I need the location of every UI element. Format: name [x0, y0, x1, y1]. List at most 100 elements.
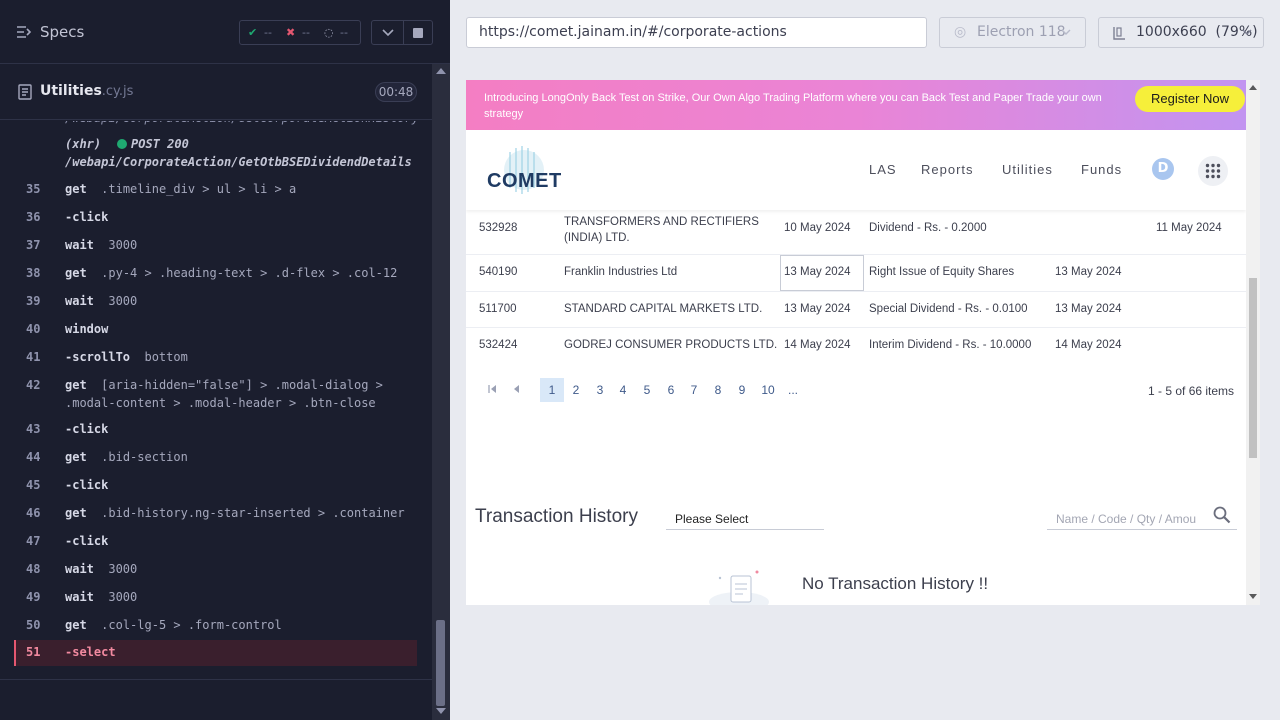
command-row[interactable]: 44 get .bid-section [14, 448, 417, 468]
command-args-line2: /webapi/CorporateAction/GetOtbBSEDividen… [65, 155, 412, 169]
table-cell-name: GODREJ CONSUMER PRODUCTS LTD. [564, 339, 778, 351]
command-row[interactable]: 37 wait 3000 [14, 236, 417, 256]
table-cell-record-date: 13 May 2024 [1055, 266, 1122, 278]
register-now-button[interactable]: Register Now [1135, 86, 1245, 112]
command-row[interactable]: 50 get .col-lg-5 > .form-control [14, 616, 417, 636]
page-button-6[interactable]: 6 [659, 378, 683, 402]
failed-icon: ✖ [286, 26, 296, 39]
page-button-4[interactable]: 4 [611, 378, 635, 402]
command-number: 41 [26, 350, 41, 364]
page-button-5[interactable]: 5 [635, 378, 659, 402]
nav-link-funds[interactable]: Funds [1081, 162, 1122, 177]
ruler-icon [1113, 27, 1125, 40]
corporate-actions-table: 532928 TRANSFORMERS AND RECTIFIERS (INDI… [466, 210, 1246, 605]
scroll-up-icon[interactable] [436, 68, 446, 74]
table-cell-name: TRANSFORMERS AND RECTIFIERS (INDIA) LTD. [564, 216, 759, 244]
scroll-down-icon[interactable] [436, 708, 446, 714]
specs-label[interactable]: Specs [40, 23, 84, 41]
app-iframe: Introducing LongOnly Back Test on Strike… [466, 80, 1260, 605]
command-name: -scrollTo bottom [65, 350, 188, 364]
passed-icon: ✔ [248, 26, 258, 39]
command-row[interactable]: (xhr) POST 200 /webapi/CorporateAction/G… [14, 135, 417, 175]
page-button-7[interactable]: 7 [682, 378, 706, 402]
command-row[interactable]: 46 get .bid-history.ng-star-inserted > .… [14, 504, 417, 524]
nav-link-utilities[interactable]: Utilities [1002, 162, 1053, 177]
command-name: get .bid-section [65, 450, 188, 464]
stop-button[interactable] [403, 20, 433, 45]
command-row[interactable]: 41 -scrollTo bottom [14, 348, 417, 368]
spec-file-extension: .cy.js [101, 84, 134, 99]
command-row[interactable]: 42 get [aria-hidden="false"] > .modal-di… [14, 376, 417, 414]
viewport-selector[interactable]: 1000x660 (79%) [1098, 17, 1264, 48]
app-preview-panel: https://comet.jainam.in/#/corporate-acti… [450, 0, 1280, 720]
url-bar[interactable]: https://comet.jainam.in/#/corporate-acti… [466, 17, 927, 48]
command-name: window [65, 322, 109, 336]
apps-grid-button[interactable] [1198, 156, 1228, 186]
command-name: get .col-lg-5 > .form-control [65, 618, 282, 632]
spec-file-name[interactable]: Utilities.cy.js [40, 83, 133, 99]
no-transaction-message: No Transaction History !! [802, 574, 989, 593]
command-name: -click [65, 210, 109, 224]
command-row[interactable]: 35 get .timeline_div > ul > li > a [14, 180, 417, 200]
comet-logo[interactable]: COMET [484, 142, 561, 198]
command-number: 37 [26, 238, 41, 252]
command-row[interactable]: 48 wait 3000 [14, 560, 417, 580]
table-cell-bc-date: 11 May 2024 [1156, 222, 1222, 234]
pager-info: 1 - 5 of 66 items [1148, 384, 1235, 398]
table-cell-purpose: Interim Dividend - Rs. - 10.0000 [869, 339, 1032, 351]
command-row[interactable]: 43 -click [14, 420, 417, 440]
table-cell-name: STANDARD CAPITAL MARKETS LTD. [564, 303, 763, 315]
command-name: (xhr) [65, 137, 102, 151]
page-button-3[interactable]: 3 [588, 378, 612, 402]
command-row-failed[interactable]: 51 -select [14, 640, 417, 666]
command-log-scrollbar[interactable] [432, 64, 450, 720]
status-dot-icon [117, 139, 127, 149]
table-cell-record-date: 14 May 2024 [1055, 339, 1122, 351]
command-number: 43 [26, 422, 41, 436]
page-button-8[interactable]: 8 [706, 378, 730, 402]
command-row[interactable]: 38 get .py-4 > .heading-text > .d-flex >… [14, 264, 417, 284]
scroll-down-icon[interactable] [1249, 594, 1257, 599]
pagination: 1 2 3 4 5 6 7 8 9 10 ... 1 - 5 of 66 ite… [466, 375, 1246, 403]
command-number: 39 [26, 294, 41, 308]
app-scrollbar[interactable] [1246, 80, 1260, 605]
run-timer: 00:48 [375, 82, 417, 102]
spec-file-basename: Utilities [40, 83, 102, 99]
pending-count: -- [340, 26, 348, 39]
table-cell-code: 511700 [479, 303, 517, 315]
command-args: POST 200 [131, 137, 189, 151]
prev-page-icon[interactable] [513, 385, 520, 393]
table-cell-ex-date[interactable]: 13 May 2024 [784, 266, 851, 278]
command-row[interactable]: 45 -click [14, 476, 417, 496]
command-number: 38 [26, 266, 41, 280]
page-button-more[interactable]: ... [781, 378, 805, 402]
command-row[interactable]: 36 -click [14, 208, 417, 228]
promo-banner-text: Introducing LongOnly Back Test on Strike… [484, 92, 1102, 120]
nav-link-reports[interactable]: Reports [921, 162, 974, 177]
nav-link-las[interactable]: LAS [869, 162, 897, 177]
command-number: 36 [26, 210, 41, 224]
transaction-search-input[interactable]: Name / Code / Qty / Amou [1047, 508, 1237, 530]
command-name: get .bid-history.ng-star-inserted > .con… [65, 506, 405, 520]
chevron-down-button[interactable] [371, 20, 404, 45]
first-page-icon[interactable] [488, 385, 497, 393]
search-icon[interactable] [1213, 506, 1231, 524]
page-button-2[interactable]: 2 [564, 378, 588, 402]
specs-menu-icon[interactable] [16, 24, 32, 40]
command-row[interactable]: 39 wait 3000 [14, 292, 417, 312]
stop-icon [413, 28, 423, 38]
page-button-1[interactable]: 1 [540, 378, 564, 402]
scroll-up-icon[interactable] [1249, 85, 1257, 90]
scroll-thumb[interactable] [1249, 278, 1257, 458]
page-button-9[interactable]: 9 [730, 378, 754, 402]
command-number: 48 [26, 562, 41, 576]
avatar[interactable]: D [1152, 158, 1174, 180]
command-row[interactable]: 47 -click [14, 532, 417, 552]
scroll-thumb[interactable] [436, 620, 445, 706]
spec-file-header: Utilities.cy.js 00:48 [0, 64, 432, 120]
transaction-filter-select[interactable]: Please Select [666, 508, 824, 530]
browser-selector[interactable]: ◎ Electron 118 [939, 17, 1086, 48]
page-button-10[interactable]: 10 [756, 378, 780, 402]
command-row[interactable]: 49 wait 3000 [14, 588, 417, 608]
command-row[interactable]: 40 window [14, 320, 417, 340]
